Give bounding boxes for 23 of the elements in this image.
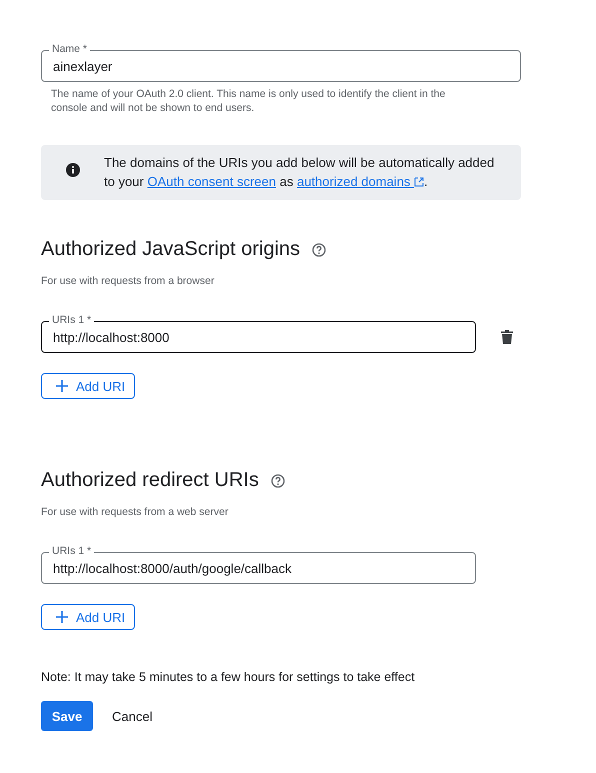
plus-icon xyxy=(56,380,68,392)
consent-screen-link[interactable]: OAuth consent screen xyxy=(147,174,276,189)
section-heading: Authorized JavaScript origins xyxy=(41,238,300,261)
help-icon[interactable] xyxy=(270,474,285,488)
save-button[interactable]: Save xyxy=(41,701,93,731)
info-text: The domains of the URIs you add below will be automatically added to your OAuth consent screen as authorized domains . xyxy=(104,154,496,191)
section-heading: Authorized redirect URIs xyxy=(41,469,259,492)
section-subtitle: For use with requests from a browser xyxy=(41,275,216,287)
cancel-button[interactable]: Cancel xyxy=(112,708,152,724)
field-label: Name * xyxy=(49,43,90,55)
delete-icon[interactable] xyxy=(501,330,513,344)
external-link-icon xyxy=(414,177,424,187)
helper-text: The name of your OAuth 2.0 client. This name is only used to identify the client in the console and will not be shown to end users. xyxy=(50,87,446,115)
info-icon xyxy=(66,163,80,177)
field-label: URIs 1 * xyxy=(49,314,94,326)
authorized-domains-link[interactable]: authorized domains xyxy=(296,174,424,189)
help-icon[interactable] xyxy=(312,242,326,256)
add-uri-button[interactable]: Add URI xyxy=(41,373,135,399)
field-label: URIs 1 * xyxy=(49,545,94,557)
add-uri-button[interactable]: Add URI xyxy=(41,604,135,630)
plus-icon xyxy=(56,611,68,623)
note-text: Note: It may take 5 minutes to a few hours for settings to take effect xyxy=(41,670,416,684)
section-subtitle: For use with requests from a web server xyxy=(41,506,230,518)
